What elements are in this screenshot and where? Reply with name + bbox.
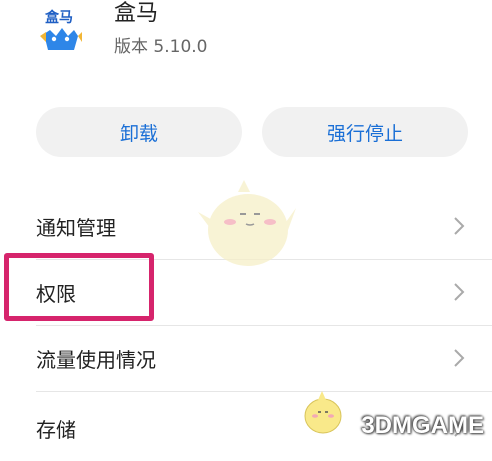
chevron-right-icon: [454, 283, 465, 301]
app-version: 版本 5.10.0: [114, 37, 208, 57]
chevron-right-icon: [454, 349, 465, 367]
row-label: 流量使用情况: [36, 347, 156, 372]
row-label: 通知管理: [36, 215, 116, 240]
app-icon: 盒马: [34, 6, 84, 56]
row-label: 存储: [36, 417, 76, 442]
mascot-watermark-icon: [198, 180, 296, 266]
chevron-right-icon: [454, 217, 465, 235]
app-icon-text: 盒马: [44, 9, 73, 26]
divider: [36, 391, 492, 392]
force-stop-button[interactable]: 强行停止: [262, 107, 468, 157]
highlight-box: [4, 253, 154, 321]
settings-row-data-usage[interactable]: 流量使用情况: [0, 325, 492, 391]
app-name: 盒马: [114, 1, 159, 26]
watermark-text: 3DMGAME: [361, 412, 484, 439]
uninstall-button[interactable]: 卸载: [36, 107, 242, 157]
watermark: 3DMGAME: [361, 412, 484, 440]
mascot-small-icon: [304, 391, 342, 434]
